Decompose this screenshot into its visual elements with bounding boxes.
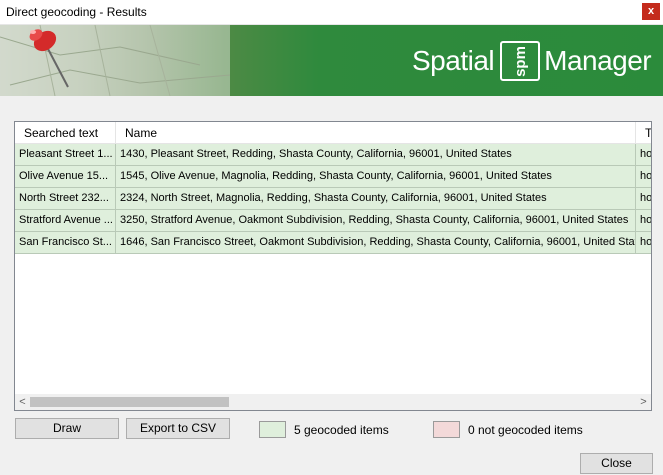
cell-searched-text: San Francisco St... <box>15 232 116 253</box>
scrollbar-thumb[interactable] <box>30 397 229 407</box>
cell-searched-text: Olive Avenue 15... <box>15 166 116 187</box>
map-illustration <box>0 25 230 96</box>
cell-name: 2324, North Street, Magnolia, Redding, S… <box>116 188 636 209</box>
scroll-right-icon[interactable]: > <box>636 394 651 410</box>
close-window-button[interactable]: x <box>642 3 660 20</box>
spatial-manager-logo: Spatial spm Manager <box>412 40 652 82</box>
table-row[interactable]: Stratford Avenue ... 3250, Stratford Ave… <box>15 210 651 232</box>
results-grid[interactable]: Searched text Name T Pleasant Street 1..… <box>14 121 652 411</box>
cell-name: 1646, San Francisco Street, Oakmont Subd… <box>116 232 636 253</box>
scroll-left-icon[interactable]: < <box>15 394 30 410</box>
table-row[interactable]: Pleasant Street 1... 1430, Pleasant Stre… <box>15 144 651 166</box>
title-bar: Direct geocoding - Results x <box>0 0 663 25</box>
geocoded-count-label: 5 geocoded items <box>294 423 389 437</box>
export-csv-button[interactable]: Export to CSV <box>126 418 230 439</box>
cell-name: 1545, Olive Avenue, Magnolia, Redding, S… <box>116 166 636 187</box>
logo-text-left: Spatial <box>412 45 495 76</box>
cell-type: ho <box>636 210 651 231</box>
cell-type: ho <box>636 188 651 209</box>
table-row[interactable]: North Street 232... 2324, North Street, … <box>15 188 651 210</box>
column-header-type[interactable]: T <box>636 122 651 144</box>
cell-name: 3250, Stratford Avenue, Oakmont Subdivis… <box>116 210 636 231</box>
cell-searched-text: Pleasant Street 1... <box>15 144 116 165</box>
spm-badge-icon: spm <box>500 41 541 81</box>
cell-searched-text: North Street 232... <box>15 188 116 209</box>
horizontal-scrollbar[interactable]: < > <box>15 394 651 410</box>
table-row[interactable]: San Francisco St... 1646, San Francisco … <box>15 232 651 254</box>
window-title: Direct geocoding - Results <box>6 5 147 19</box>
close-button[interactable]: Close <box>580 453 653 474</box>
not-geocoded-color-swatch <box>433 421 460 438</box>
header-banner: Spatial spm Manager <box>0 25 663 96</box>
not-geocoded-count-label: 0 not geocoded items <box>468 423 583 437</box>
grid-rows: Pleasant Street 1... 1430, Pleasant Stre… <box>15 144 651 254</box>
cell-type: ho <box>636 144 651 165</box>
cell-name: 1430, Pleasant Street, Redding, Shasta C… <box>116 144 636 165</box>
column-header-searched-text[interactable]: Searched text <box>15 122 116 144</box>
dialog-footer: Close <box>0 447 663 475</box>
logo-text-right: Manager <box>544 45 652 76</box>
cell-type: ho <box>636 232 651 253</box>
cell-searched-text: Stratford Avenue ... <box>15 210 116 231</box>
geocoded-color-swatch <box>259 421 286 438</box>
table-row[interactable]: Olive Avenue 15... 1545, Olive Avenue, M… <box>15 166 651 188</box>
grid-header: Searched text Name T <box>15 122 651 144</box>
column-header-name[interactable]: Name <box>116 122 636 144</box>
cell-type: ho <box>636 166 651 187</box>
draw-button[interactable]: Draw <box>15 418 119 439</box>
